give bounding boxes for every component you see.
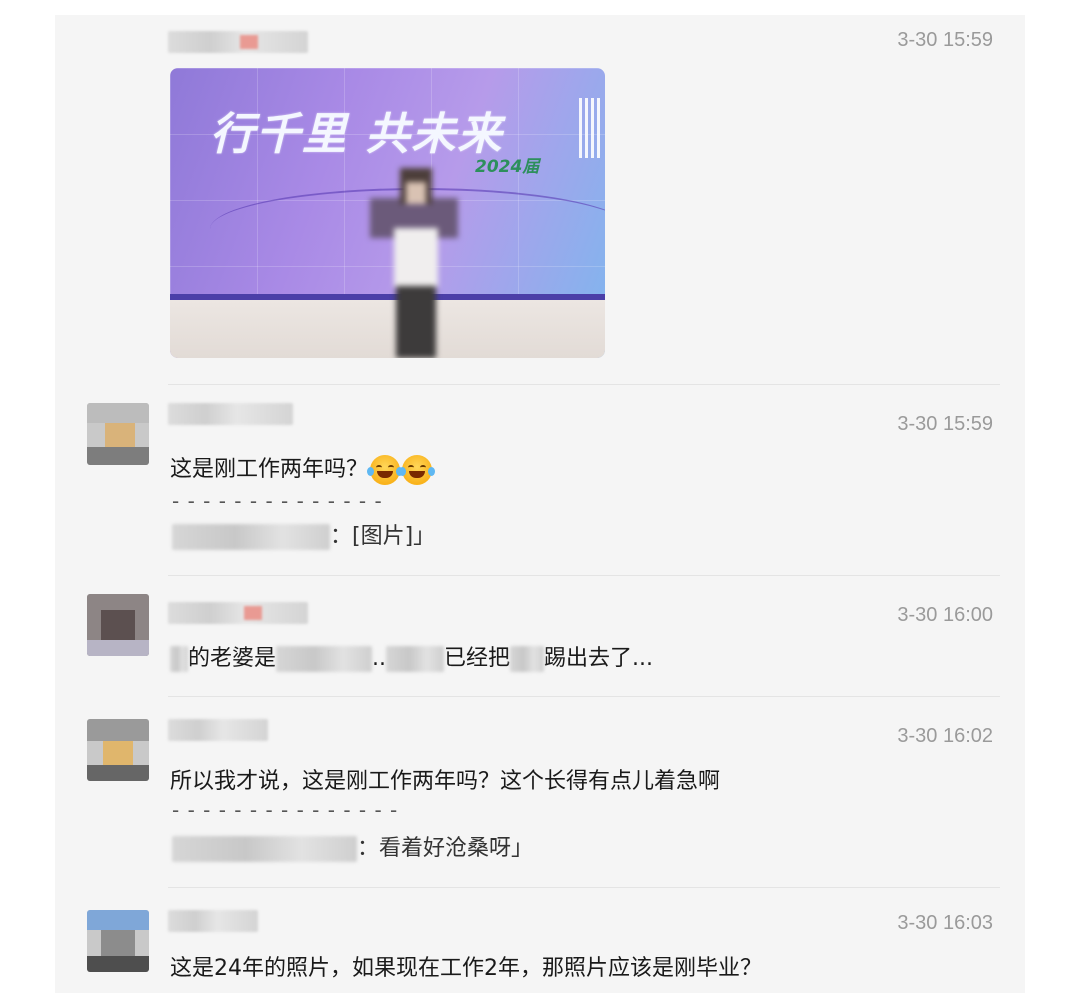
photo-slogan: 行千里 共未来 [210, 109, 504, 160]
photo-stripes [579, 98, 603, 158]
comment-text: 所以我才说，这是刚工作两年吗？这个长得有点儿着急啊 [170, 769, 721, 794]
quoted-reply: ：[图片]」 [172, 518, 435, 550]
comment-item: 3-30 15:59 行千里 共未来 2024届 [55, 15, 1025, 385]
photo-year: 2024届 [475, 157, 540, 177]
attached-photo[interactable]: 行千里 共未来 2024届 [170, 68, 605, 358]
comment-time: 3-30 16:00 [897, 604, 993, 626]
quoted-name-blurred [172, 524, 330, 550]
comment-fragment: 的老婆是 [188, 646, 277, 671]
comment-item: 3-30 16:00 的老婆是.. 已经把 踢出去了... [55, 576, 1025, 696]
comment-body: 这是刚工作两年吗？ [170, 457, 369, 482]
avatar[interactable] [87, 594, 149, 656]
comment-item: 3-30 16:03 这是24年的照片，如果现在工作2年，那照片应该是刚毕业？ [55, 888, 1025, 993]
comment-text: 这是24年的照片，如果现在工作2年，那照片应该是刚毕业？ [170, 956, 762, 981]
comment-text: 的老婆是.. 已经把 踢出去了... [170, 640, 653, 672]
username-blurred[interactable] [168, 719, 268, 741]
avatar[interactable] [87, 403, 149, 465]
comment-fragment: .. [372, 646, 387, 671]
avatar[interactable] [87, 910, 149, 972]
quote-separator: - - - - - - - - - - - - - - [172, 489, 383, 513]
username-blurred[interactable] [168, 910, 258, 932]
quoted-reply: ：看着好沧桑呀」 [172, 830, 533, 862]
blurred-name [170, 646, 188, 672]
quote-text: ：[图片]」 [330, 524, 436, 549]
avatar[interactable] [87, 719, 149, 781]
comment-time: 3-30 16:02 [897, 725, 993, 747]
comment-fragment: 踢出去了... [544, 646, 654, 671]
joy-icon [367, 455, 404, 485]
blurred-name [276, 646, 373, 672]
quoted-name-blurred [172, 836, 357, 862]
comment-text: 这是刚工作两年吗？ [170, 451, 436, 485]
username-blurred[interactable] [168, 602, 308, 624]
quote-separator: - - - - - - - - - - - - - - - [172, 798, 399, 822]
username-blurred[interactable] [168, 403, 293, 425]
comment-time: 3-30 15:59 [897, 29, 993, 51]
comment-time: 3-30 16:03 [897, 912, 993, 934]
comment-item: 3-30 15:59 这是刚工作两年吗？ - - - - - - - - - -… [55, 385, 1025, 575]
comment-fragment: 已经把 [444, 646, 511, 671]
blurred-person [370, 168, 458, 358]
blurred-name [386, 646, 445, 672]
blurred-name [510, 646, 545, 672]
username-blurred[interactable] [168, 31, 308, 53]
joy-icon [399, 455, 436, 485]
comment-time: 3-30 15:59 [897, 413, 993, 435]
comment-panel: 3-30 15:59 行千里 共未来 2024届 3-30 15:59 这是刚工… [55, 15, 1025, 993]
comment-item: 3-30 16:02 所以我才说，这是刚工作两年吗？这个长得有点儿着急啊 - -… [55, 697, 1025, 887]
quote-text: ：看着好沧桑呀」 [357, 836, 534, 861]
